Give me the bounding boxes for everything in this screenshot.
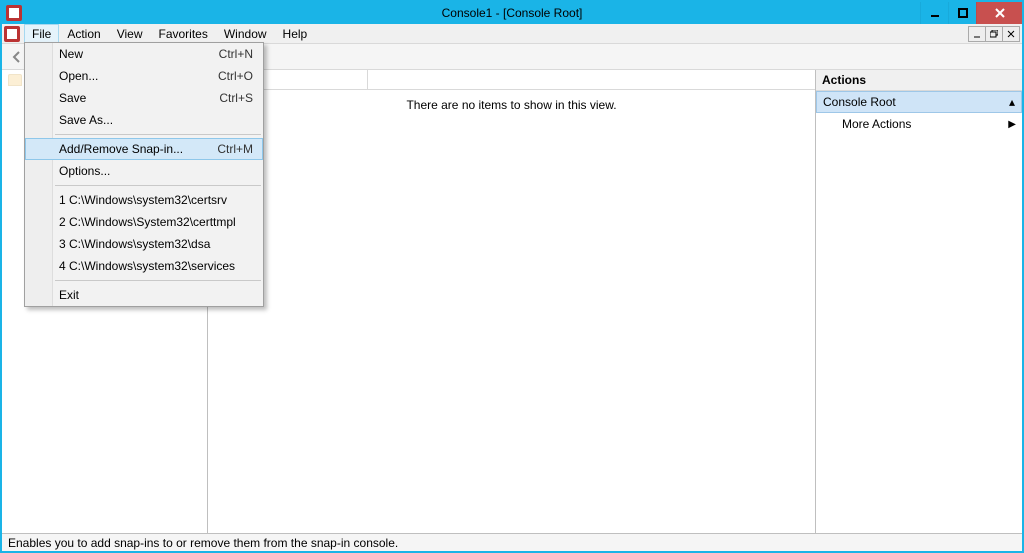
minimize-icon: [930, 8, 940, 18]
menu-item-label: Open...: [59, 69, 98, 83]
menu-separator: [55, 134, 261, 135]
menu-item-options[interactable]: Options...: [25, 160, 263, 182]
menu-item-shortcut: Ctrl+O: [218, 69, 253, 83]
menu-item-recent-1[interactable]: 1 C:\Windows\system32\certsrv: [25, 189, 263, 211]
menu-item-label: Exit: [59, 288, 79, 302]
menu-item-label: 3 C:\Windows\system32\dsa: [59, 237, 210, 251]
content-pane[interactable]: There are no items to show in this view.: [208, 70, 816, 533]
maximize-button[interactable]: [948, 2, 976, 24]
menu-item-label: 2 C:\Windows\System32\certtmpl: [59, 215, 236, 229]
folder-icon: [8, 74, 22, 86]
menu-item-exit[interactable]: Exit: [25, 284, 263, 306]
menu-item-recent-3[interactable]: 3 C:\Windows\system32\dsa: [25, 233, 263, 255]
menubar: File Action View Favorites Window Help: [2, 24, 1022, 44]
window-controls: [920, 2, 1022, 24]
actions-item-label: More Actions: [842, 117, 911, 131]
menu-item-label: 4 C:\Windows\system32\services: [59, 259, 235, 273]
menu-item-new[interactable]: New Ctrl+N: [25, 43, 263, 65]
mdi-restore-button[interactable]: [985, 26, 1003, 42]
mdi-minimize-button[interactable]: [968, 26, 986, 42]
menu-item-save[interactable]: Save Ctrl+S: [25, 87, 263, 109]
menu-action[interactable]: Action: [59, 24, 108, 43]
statusbar: Enables you to add snap-ins to or remove…: [2, 533, 1022, 551]
menu-item-recent-4[interactable]: 4 C:\Windows\system32\services: [25, 255, 263, 277]
arrow-left-icon: [10, 50, 24, 64]
menu-item-label: Save: [59, 91, 86, 105]
menu-item-label: 1 C:\Windows\system32\certsrv: [59, 193, 227, 207]
menu-item-label: Save As...: [59, 113, 113, 127]
file-menu-dropdown: New Ctrl+N Open... Ctrl+O Save Ctrl+S Sa…: [24, 42, 264, 307]
menu-item-label: New: [59, 47, 83, 61]
system-menu-icon[interactable]: [4, 26, 20, 42]
menu-favorites[interactable]: Favorites: [151, 24, 216, 43]
list-header: [208, 70, 815, 90]
menu-item-label: Add/Remove Snap-in...: [59, 142, 183, 156]
collapse-icon: ▴: [1009, 95, 1015, 109]
menu-separator: [55, 185, 261, 186]
menu-item-shortcut: Ctrl+N: [219, 47, 253, 61]
app-icon: [6, 5, 22, 21]
menu-item-open[interactable]: Open... Ctrl+O: [25, 65, 263, 87]
mdi-controls: [969, 24, 1022, 43]
actions-header: Actions: [816, 70, 1022, 91]
maximize-icon: [958, 8, 968, 18]
close-icon: [995, 8, 1005, 18]
close-button[interactable]: [976, 2, 1022, 24]
actions-group-label: Console Root: [823, 95, 896, 109]
minimize-button[interactable]: [920, 2, 948, 24]
app-window: Console1 - [Console Root] File Action Vi…: [0, 0, 1024, 553]
menu-view[interactable]: View: [109, 24, 151, 43]
window-title: Console1 - [Console Root]: [2, 6, 1022, 20]
menu-item-label: Options...: [59, 164, 110, 178]
mdi-close-button[interactable]: [1002, 26, 1020, 42]
empty-message: There are no items to show in this view.: [208, 90, 815, 120]
actions-pane: Actions Console Root ▴ More Actions ▶: [816, 70, 1022, 533]
actions-item-more[interactable]: More Actions ▶: [816, 113, 1022, 135]
menu-item-save-as[interactable]: Save As...: [25, 109, 263, 131]
submenu-arrow-icon: ▶: [1008, 119, 1016, 130]
menu-item-add-remove-snapin[interactable]: Add/Remove Snap-in... Ctrl+M: [25, 138, 263, 160]
menu-help[interactable]: Help: [275, 24, 316, 43]
menu-item-recent-2[interactable]: 2 C:\Windows\System32\certtmpl: [25, 211, 263, 233]
menu-item-shortcut: Ctrl+S: [219, 91, 253, 105]
actions-group-console-root[interactable]: Console Root ▴: [816, 91, 1022, 113]
menu-separator: [55, 280, 261, 281]
titlebar[interactable]: Console1 - [Console Root]: [2, 2, 1022, 24]
menu-window[interactable]: Window: [216, 24, 275, 43]
menu-file[interactable]: File: [24, 24, 59, 43]
menu-item-shortcut: Ctrl+M: [217, 142, 253, 156]
status-text: Enables you to add snap-ins to or remove…: [8, 536, 398, 550]
